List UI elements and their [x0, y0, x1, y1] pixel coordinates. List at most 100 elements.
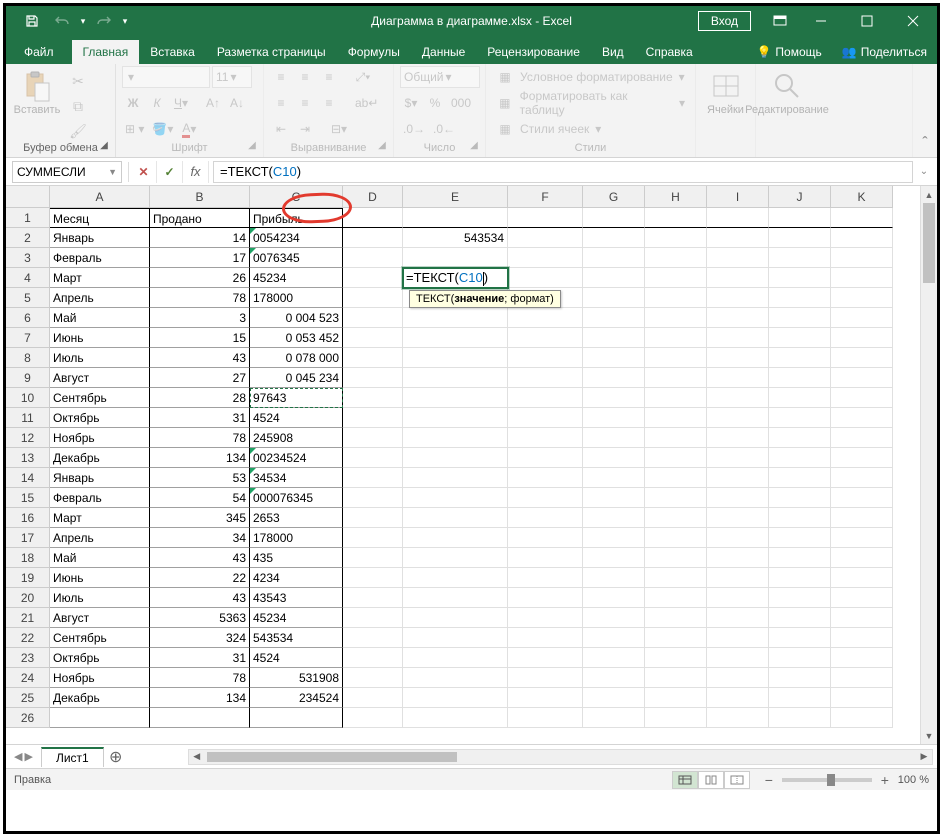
cell[interactable]	[583, 608, 645, 628]
scroll-down-button[interactable]: ▼	[921, 727, 937, 744]
zoom-in-button[interactable]: +	[878, 772, 892, 788]
row-header-22[interactable]: 22	[6, 628, 50, 648]
cell[interactable]	[707, 288, 769, 308]
hscroll-thumb[interactable]	[207, 752, 457, 762]
cell[interactable]	[707, 388, 769, 408]
cell[interactable]: Июнь	[50, 568, 150, 588]
cell[interactable]	[769, 228, 831, 248]
cell[interactable]	[707, 588, 769, 608]
cell[interactable]	[403, 428, 508, 448]
cell[interactable]	[343, 308, 403, 328]
cell[interactable]	[831, 468, 893, 488]
cell[interactable]: 45234	[250, 608, 343, 628]
cell[interactable]	[508, 208, 583, 228]
cell[interactable]	[645, 668, 707, 688]
cell[interactable]	[707, 228, 769, 248]
cell[interactable]	[769, 588, 831, 608]
cell[interactable]	[707, 368, 769, 388]
cell[interactable]	[508, 528, 583, 548]
cell[interactable]	[707, 208, 769, 228]
cell[interactable]	[403, 208, 508, 228]
cell[interactable]: 0 004 523	[250, 308, 343, 328]
clipboard-launcher[interactable]: ◢	[97, 140, 111, 154]
cell[interactable]: Март	[50, 268, 150, 288]
cell[interactable]	[508, 548, 583, 568]
cell[interactable]	[831, 428, 893, 448]
cell[interactable]	[707, 428, 769, 448]
enter-formula-button[interactable]: ✓	[157, 161, 183, 183]
collapse-ribbon-icon[interactable]: ˆ	[913, 64, 937, 157]
cell[interactable]	[707, 648, 769, 668]
formula-input[interactable]: =ТЕКСТ(C10)	[213, 161, 913, 183]
add-sheet-button[interactable]: ⊕	[104, 747, 128, 767]
cell[interactable]	[831, 408, 893, 428]
cell[interactable]: Май	[50, 308, 150, 328]
cell[interactable]	[403, 448, 508, 468]
row-header-6[interactable]: 6	[6, 308, 50, 328]
row-header-13[interactable]: 13	[6, 448, 50, 468]
cell[interactable]	[343, 468, 403, 488]
cell[interactable]	[403, 368, 508, 388]
cell[interactable]: 97643	[250, 388, 343, 408]
col-header-A[interactable]: A	[50, 186, 150, 208]
signin-button[interactable]: Вход	[698, 11, 751, 31]
cell[interactable]: 78	[150, 668, 250, 688]
worksheet-grid[interactable]: ABCDEFGHIJK 1234567891011121314151617181…	[6, 186, 937, 744]
cell[interactable]	[769, 448, 831, 468]
cell[interactable]: Июль	[50, 348, 150, 368]
cell[interactable]: Август	[50, 608, 150, 628]
cell[interactable]	[769, 648, 831, 668]
cell[interactable]	[403, 488, 508, 508]
cell[interactable]	[583, 208, 645, 228]
cell[interactable]	[508, 708, 583, 728]
row-header-21[interactable]: 21	[6, 608, 50, 628]
cell[interactable]	[403, 528, 508, 548]
cell[interactable]	[403, 588, 508, 608]
horizontal-scrollbar[interactable]: ◀ ▶	[188, 749, 933, 765]
col-header-K[interactable]: K	[831, 186, 893, 208]
cell[interactable]: 3	[150, 308, 250, 328]
cell[interactable]	[645, 208, 707, 228]
cell[interactable]	[707, 508, 769, 528]
cell[interactable]	[583, 248, 645, 268]
cell[interactable]	[831, 228, 893, 248]
cell[interactable]	[707, 608, 769, 628]
cell[interactable]	[769, 208, 831, 228]
cell[interactable]	[831, 588, 893, 608]
cell[interactable]	[645, 388, 707, 408]
cell[interactable]	[583, 348, 645, 368]
cell[interactable]	[769, 428, 831, 448]
cell[interactable]	[343, 248, 403, 268]
cell[interactable]	[831, 488, 893, 508]
row-header-1[interactable]: 1	[6, 208, 50, 228]
cell[interactable]	[707, 308, 769, 328]
cell[interactable]	[831, 628, 893, 648]
cell[interactable]	[583, 468, 645, 488]
cell[interactable]	[403, 568, 508, 588]
cell[interactable]	[831, 208, 893, 228]
cell[interactable]	[403, 468, 508, 488]
cell[interactable]	[583, 548, 645, 568]
cell[interactable]: 134	[150, 688, 250, 708]
cell[interactable]	[508, 468, 583, 488]
row-header-3[interactable]: 3	[6, 248, 50, 268]
row-header-18[interactable]: 18	[6, 548, 50, 568]
cell[interactable]: 28	[150, 388, 250, 408]
cell[interactable]: 34534	[250, 468, 343, 488]
cell[interactable]	[707, 548, 769, 568]
cell[interactable]: 234524	[250, 688, 343, 708]
cell[interactable]	[583, 688, 645, 708]
cell[interactable]	[645, 608, 707, 628]
hscroll-left-button[interactable]: ◀	[189, 750, 205, 764]
tab-file[interactable]: Файл	[6, 40, 72, 64]
cell[interactable]	[508, 228, 583, 248]
cell[interactable]	[508, 268, 583, 288]
cell[interactable]	[583, 308, 645, 328]
cell[interactable]	[343, 448, 403, 468]
tab-help[interactable]: Справка	[635, 40, 704, 64]
cell[interactable]: Июнь	[50, 328, 150, 348]
row-header-9[interactable]: 9	[6, 368, 50, 388]
cell[interactable]	[403, 548, 508, 568]
cell[interactable]	[150, 708, 250, 728]
row-header-20[interactable]: 20	[6, 588, 50, 608]
